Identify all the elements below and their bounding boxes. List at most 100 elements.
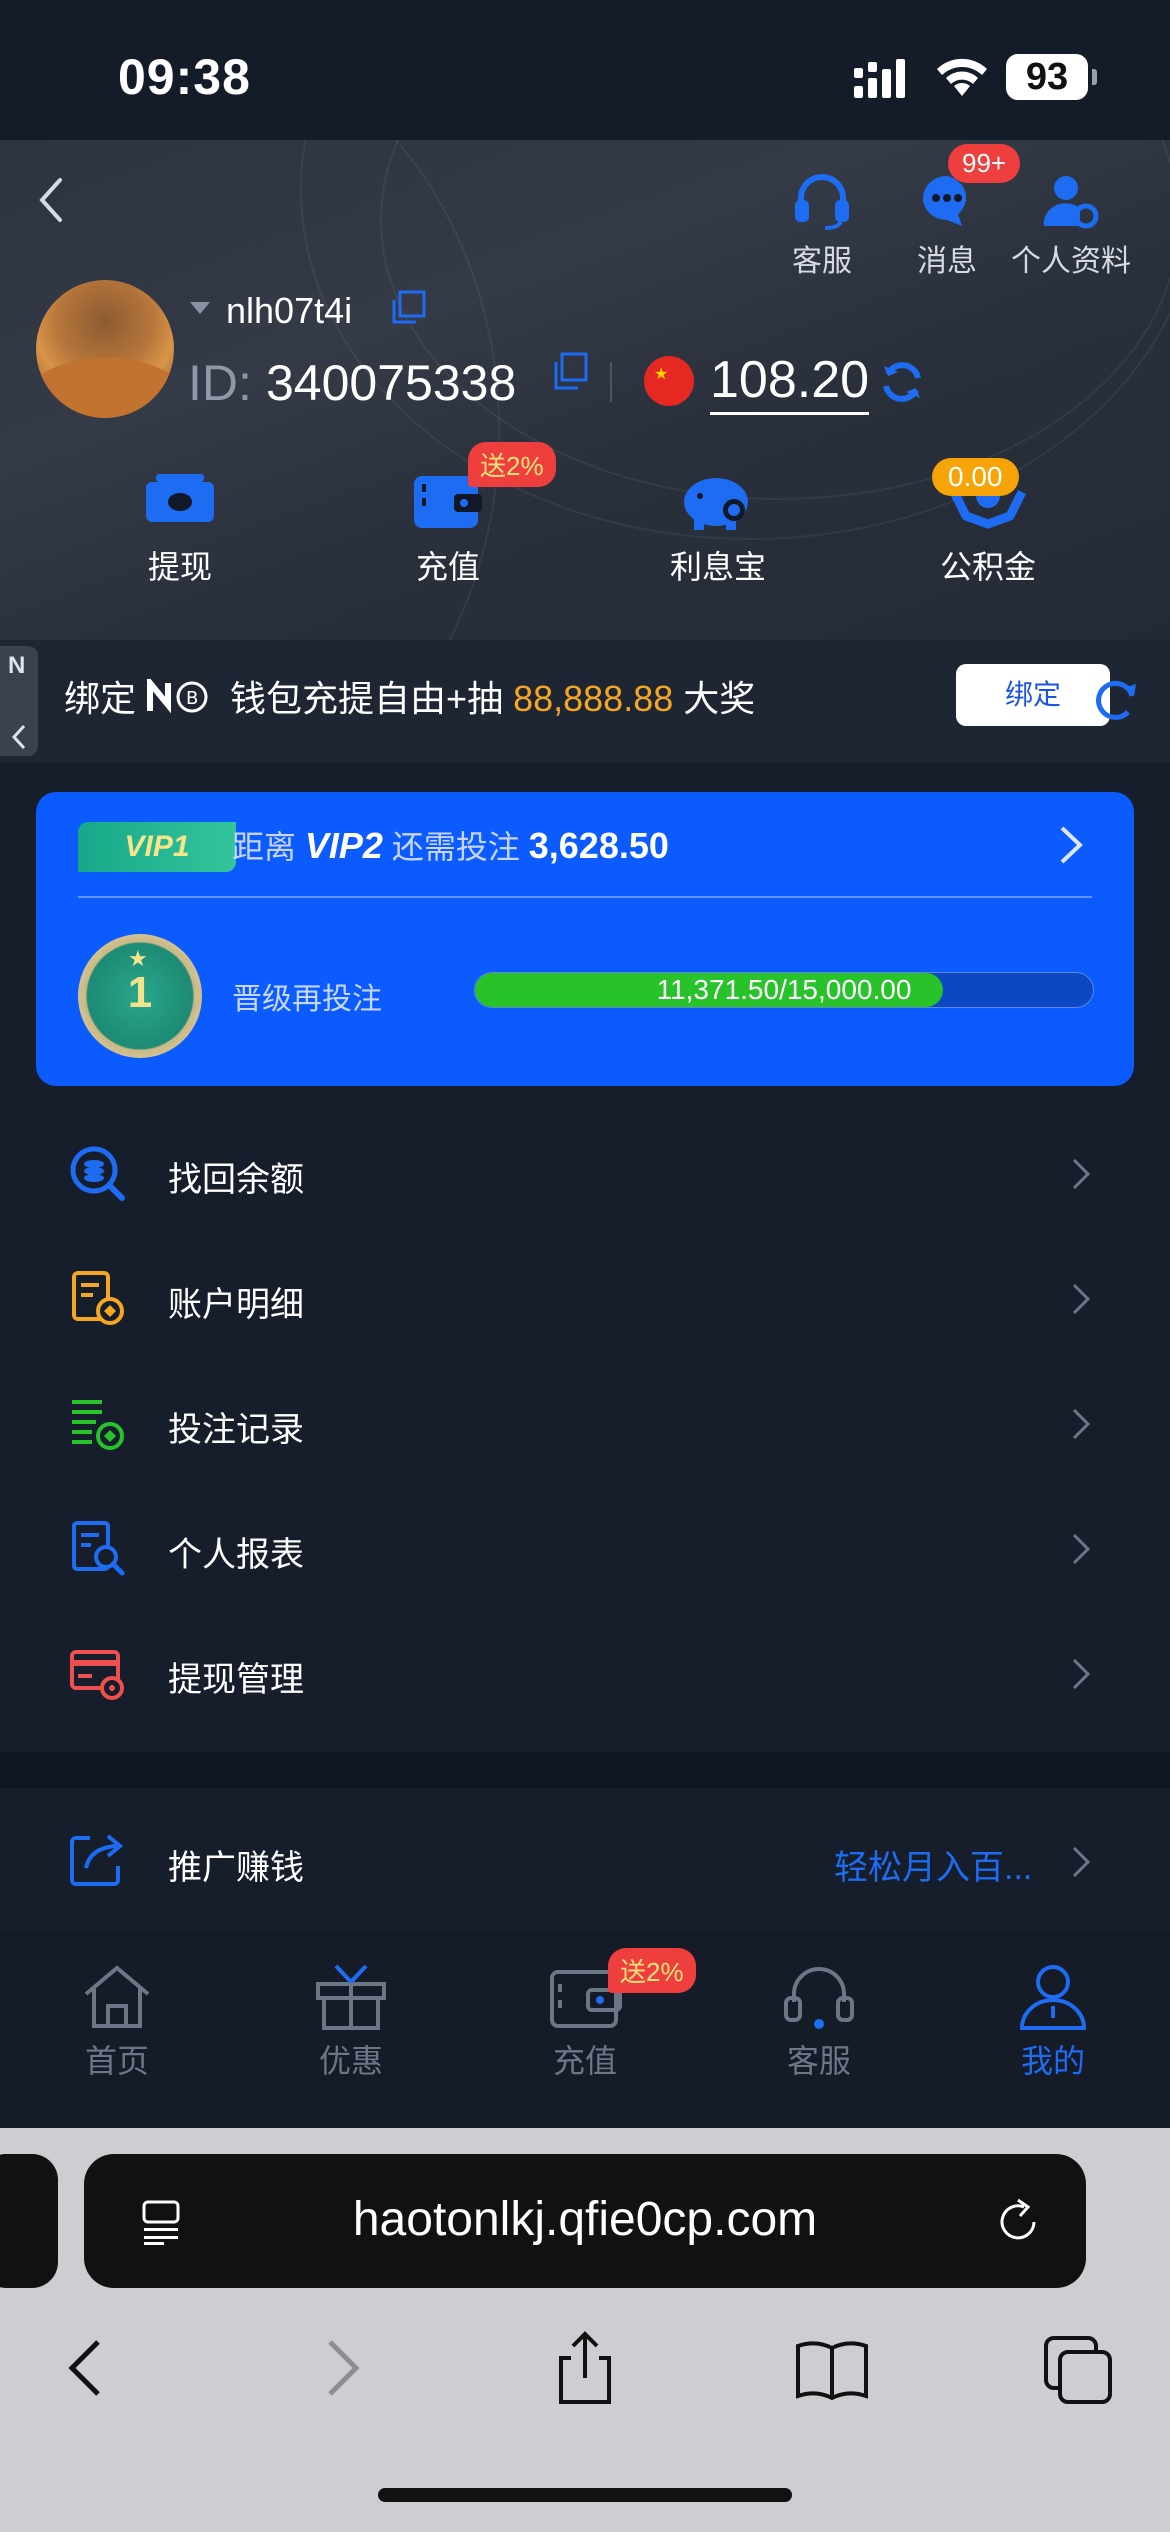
cellular-signal-icon xyxy=(854,59,905,98)
deposit-bonus-tag: 送2% xyxy=(468,442,556,487)
status-time: 09:38 xyxy=(118,49,251,105)
report-search-icon xyxy=(72,1521,125,1576)
section-separator xyxy=(0,1752,1170,1788)
promo-label: 推广赚钱 xyxy=(168,1849,304,1887)
side-tab[interactable]: N xyxy=(0,646,38,756)
refresh-icon[interactable] xyxy=(1090,674,1140,724)
bottom-tab-bar: 首页 优惠 充值 送2% 客服 我的 xyxy=(0,1932,1170,2128)
tab-service[interactable]: 客服 xyxy=(734,1962,904,2082)
menu-item-label: 投注记录 xyxy=(168,1411,304,1449)
tab-label: 首页 xyxy=(84,2043,149,2079)
username: nlh07t4i xyxy=(226,290,353,331)
bind-text-prefix: 绑定 xyxy=(64,678,137,719)
provident-fund-value-badge: 0.00 xyxy=(932,458,1019,496)
withdraw-action[interactable]: 提现 xyxy=(80,470,280,588)
vip-medal-number: 1 xyxy=(127,968,153,1017)
browser-forward-icon[interactable] xyxy=(300,2328,380,2408)
vip-upgrade-label: 晋级再投注 xyxy=(232,983,382,1016)
bet-list-icon xyxy=(72,1400,124,1450)
menu-item-withdraw-management[interactable]: 提现管理 xyxy=(0,1610,1170,1735)
browser-toolbar: haotonlkj.qfie0cp.com xyxy=(0,2128,1170,2532)
menu-item-label: 账户明细 xyxy=(168,1286,304,1324)
china-flag-icon: ★ xyxy=(644,356,694,406)
tab-home[interactable]: 首页 xyxy=(32,1962,202,2082)
menu-item-personal-report[interactable]: 个人报表 xyxy=(0,1485,1170,1610)
ledger-icon xyxy=(72,1271,124,1325)
svg-text:B: B xyxy=(186,688,198,709)
address-bar[interactable]: haotonlkj.qfie0cp.com xyxy=(84,2154,1086,2288)
refresh-balance-icon[interactable] xyxy=(878,358,926,406)
balance-search-icon xyxy=(70,1146,125,1201)
copy-icon[interactable] xyxy=(388,288,428,328)
share-sheet-icon[interactable] xyxy=(545,2328,625,2408)
vip-progress-text: 11,371.50/15,000.00 xyxy=(656,974,912,1005)
back-arrow-icon[interactable] xyxy=(30,170,70,230)
profile-label: 个人资料 xyxy=(1011,245,1131,278)
bind-promo-text: 绑定 B 钱包充提自由+抽 88,888.88 大奖 xyxy=(64,670,755,722)
interest-label: 利息宝 xyxy=(669,549,766,585)
share-icon xyxy=(70,1834,124,1886)
chevron-right-icon xyxy=(1072,1158,1091,1190)
chevron-down-icon[interactable] xyxy=(190,302,210,314)
nb-wallet-logo-icon: B xyxy=(147,674,208,714)
chevron-right-icon xyxy=(1072,1658,1091,1690)
user-id-value: 340075338 xyxy=(266,355,517,411)
bookmarks-icon[interactable] xyxy=(792,2328,872,2408)
user-icon xyxy=(1019,1965,1087,2030)
header-profile-button[interactable]: 个人资料 xyxy=(1006,170,1136,280)
user-settings-icon xyxy=(1043,176,1099,229)
chevron-left-icon xyxy=(11,724,26,750)
tab-offers[interactable]: 优惠 xyxy=(266,1962,436,2082)
menu-item-recover-balance[interactable]: 找回余额 xyxy=(0,1110,1170,1235)
header-service-button[interactable]: 客服 xyxy=(757,170,887,280)
vip-card[interactable]: VIP1 距离 VIP2 还需投注 3,628.50 ★ 1 晋级再投注 11,… xyxy=(36,792,1134,1086)
vip-need-value: 3,628.50 xyxy=(528,825,669,866)
withdraw-label: 提现 xyxy=(147,549,212,585)
bind-text-suffix: 大奖 xyxy=(683,678,756,719)
vip-distance-label: 距离 xyxy=(232,829,297,865)
bind-text-mid: 钱包充提自由+抽 xyxy=(230,678,504,719)
status-bar: 09:38 93 xyxy=(0,0,1170,140)
reload-icon[interactable] xyxy=(994,2194,1044,2248)
interest-action[interactable]: 利息宝 xyxy=(618,470,818,588)
home-indicator xyxy=(378,2488,792,2502)
divider xyxy=(610,362,612,402)
vip-need-label: 还需投注 xyxy=(391,829,520,865)
menu-item-promote-earn[interactable]: 推广赚钱 轻松月入百... xyxy=(0,1788,1170,1932)
avatar[interactable] xyxy=(36,280,174,418)
tab-mine[interactable]: 我的 xyxy=(968,1962,1138,2082)
bind-button[interactable]: 绑定 xyxy=(956,664,1110,726)
previous-tab-preview[interactable] xyxy=(0,2154,58,2288)
deposit-action[interactable]: 充值 xyxy=(348,470,548,588)
chevron-right-icon[interactable] xyxy=(1056,822,1086,868)
messages-label: 消息 xyxy=(917,245,977,278)
balance-amount[interactable]: 108.20 xyxy=(710,350,870,415)
battery-indicator: 93 xyxy=(1006,54,1097,100)
tabs-overview-icon[interactable] xyxy=(1040,2328,1120,2408)
menu-item-label: 个人报表 xyxy=(168,1536,304,1574)
header-messages-button[interactable]: 消息 xyxy=(882,170,1012,280)
tab-label: 优惠 xyxy=(318,2043,383,2079)
user-id-label: ID: xyxy=(188,355,252,411)
vip-divider xyxy=(78,896,1092,898)
vip-level-tag: VIP1 xyxy=(78,822,236,872)
withdraw-icon xyxy=(146,474,214,522)
service-label: 客服 xyxy=(792,245,852,278)
card-settings-icon xyxy=(70,1650,124,1700)
chevron-right-icon xyxy=(1072,1283,1091,1315)
vip-next-level: VIP2 xyxy=(304,825,383,866)
deposit-label: 充值 xyxy=(415,549,480,585)
menu-item-bet-records[interactable]: 投注记录 xyxy=(0,1360,1170,1485)
headset-outline-icon xyxy=(784,1967,854,2029)
tab-label: 充值 xyxy=(552,2043,617,2079)
vip-next-level-info: 距离 VIP2 还需投注 3,628.50 xyxy=(232,822,669,868)
menu-item-account-details[interactable]: 账户明细 xyxy=(0,1235,1170,1360)
copy-id-icon[interactable] xyxy=(550,350,590,394)
side-tab-label: N xyxy=(8,652,26,679)
account-menu: 找回余额 账户明细 投注记录 个人报表 提现管理 xyxy=(0,1110,1170,1735)
gift-icon xyxy=(316,1964,386,2030)
vip-medal-icon: ★ 1 xyxy=(78,934,202,1058)
profile-header: 客服 消息 99+ 个人资料 nlh07t4i ID: 340075338 ★ … xyxy=(0,140,1170,640)
bind-wallet-banner: N 绑定 B 钱包充提自由+抽 88,888.88 大奖 绑定 xyxy=(0,640,1170,762)
browser-back-icon[interactable] xyxy=(48,2328,128,2408)
